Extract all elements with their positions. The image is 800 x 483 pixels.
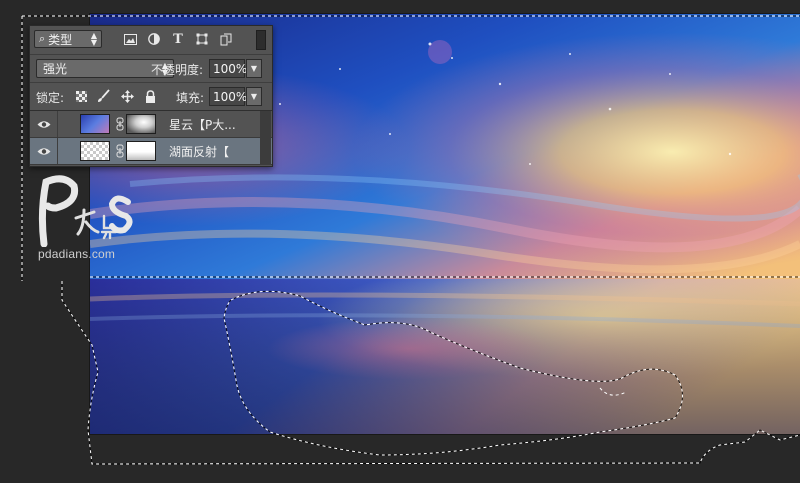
layer-row-nebula[interactable]: 星云【P大...: [30, 111, 272, 138]
fill-label: 填充:: [176, 91, 205, 105]
layer-filter-row: ⌕ 类型 ▲ ▼ T: [30, 26, 272, 55]
layer-thumbnail[interactable]: [80, 141, 110, 161]
layer-thumbnail[interactable]: [80, 114, 110, 134]
layers-scrollbar[interactable]: [260, 111, 271, 165]
layer-mask-thumbnail[interactable]: [126, 141, 156, 161]
layer-name[interactable]: 星云【P大...: [169, 116, 236, 133]
layer-filter-icons: T: [122, 30, 234, 48]
opacity-dropdown-button[interactable]: ▼: [246, 59, 262, 78]
type-filter-icon[interactable]: T: [170, 30, 186, 48]
pdadians-logo: [38, 175, 133, 248]
link-icon: [116, 117, 124, 131]
layer-row-lake-reflection[interactable]: 湖面反射【: [30, 138, 272, 165]
filter-toggle-switch[interactable]: [256, 30, 266, 50]
adjustment-filter-icon[interactable]: [146, 30, 162, 48]
fill-input[interactable]: 100%: [209, 87, 247, 106]
photoshop-canvas-area[interactable]: ⌕ 类型 ▲ ▼ T 强光 ▲ ▼ 不透明度: 100% ▼ 锁定: 填充: 1…: [0, 0, 800, 483]
layer-visibility-toggle[interactable]: [30, 111, 58, 137]
chevron-updown-icon: ▲ ▼: [90, 31, 97, 47]
lock-position-icon[interactable]: [119, 87, 135, 105]
lock-image-pixels-icon[interactable]: [96, 87, 112, 105]
filter-kind-label: 类型: [48, 32, 73, 47]
layer-mask-thumbnail[interactable]: [126, 114, 156, 134]
layer-name[interactable]: 湖面反射【: [169, 143, 229, 160]
lock-fill-row: 锁定: 填充: 100% ▼: [30, 83, 272, 111]
lock-label: 锁定:: [36, 91, 65, 105]
opacity-label: 不透明度:: [151, 63, 204, 77]
link-icon: [116, 144, 124, 158]
shape-filter-icon[interactable]: [194, 30, 210, 48]
eye-icon: [37, 120, 50, 128]
watermark-logo: pdadians.com: [34, 172, 134, 264]
blend-opacity-row: 强光 ▲ ▼ 不透明度: 100% ▼: [30, 55, 272, 83]
watermark-site: pdadians.com: [38, 247, 116, 261]
blend-mode-value: 强光: [43, 62, 68, 76]
eye-icon: [37, 147, 50, 155]
lock-transparent-pixels-icon[interactable]: [73, 87, 89, 105]
lock-all-icon[interactable]: [142, 87, 158, 105]
layers-panel: ⌕ 类型 ▲ ▼ T 强光 ▲ ▼ 不透明度: 100% ▼ 锁定: 填充: 1…: [29, 25, 273, 167]
search-icon: ⌕: [39, 32, 46, 45]
opacity-input[interactable]: 100%: [209, 59, 247, 78]
lock-icons: [73, 87, 158, 105]
smart-object-filter-icon[interactable]: [218, 30, 234, 48]
layer-filter-kind-select[interactable]: ⌕ 类型 ▲ ▼: [34, 30, 102, 48]
image-filter-icon[interactable]: [122, 30, 138, 48]
layer-visibility-toggle[interactable]: [30, 138, 58, 164]
fill-dropdown-button[interactable]: ▼: [246, 87, 262, 106]
